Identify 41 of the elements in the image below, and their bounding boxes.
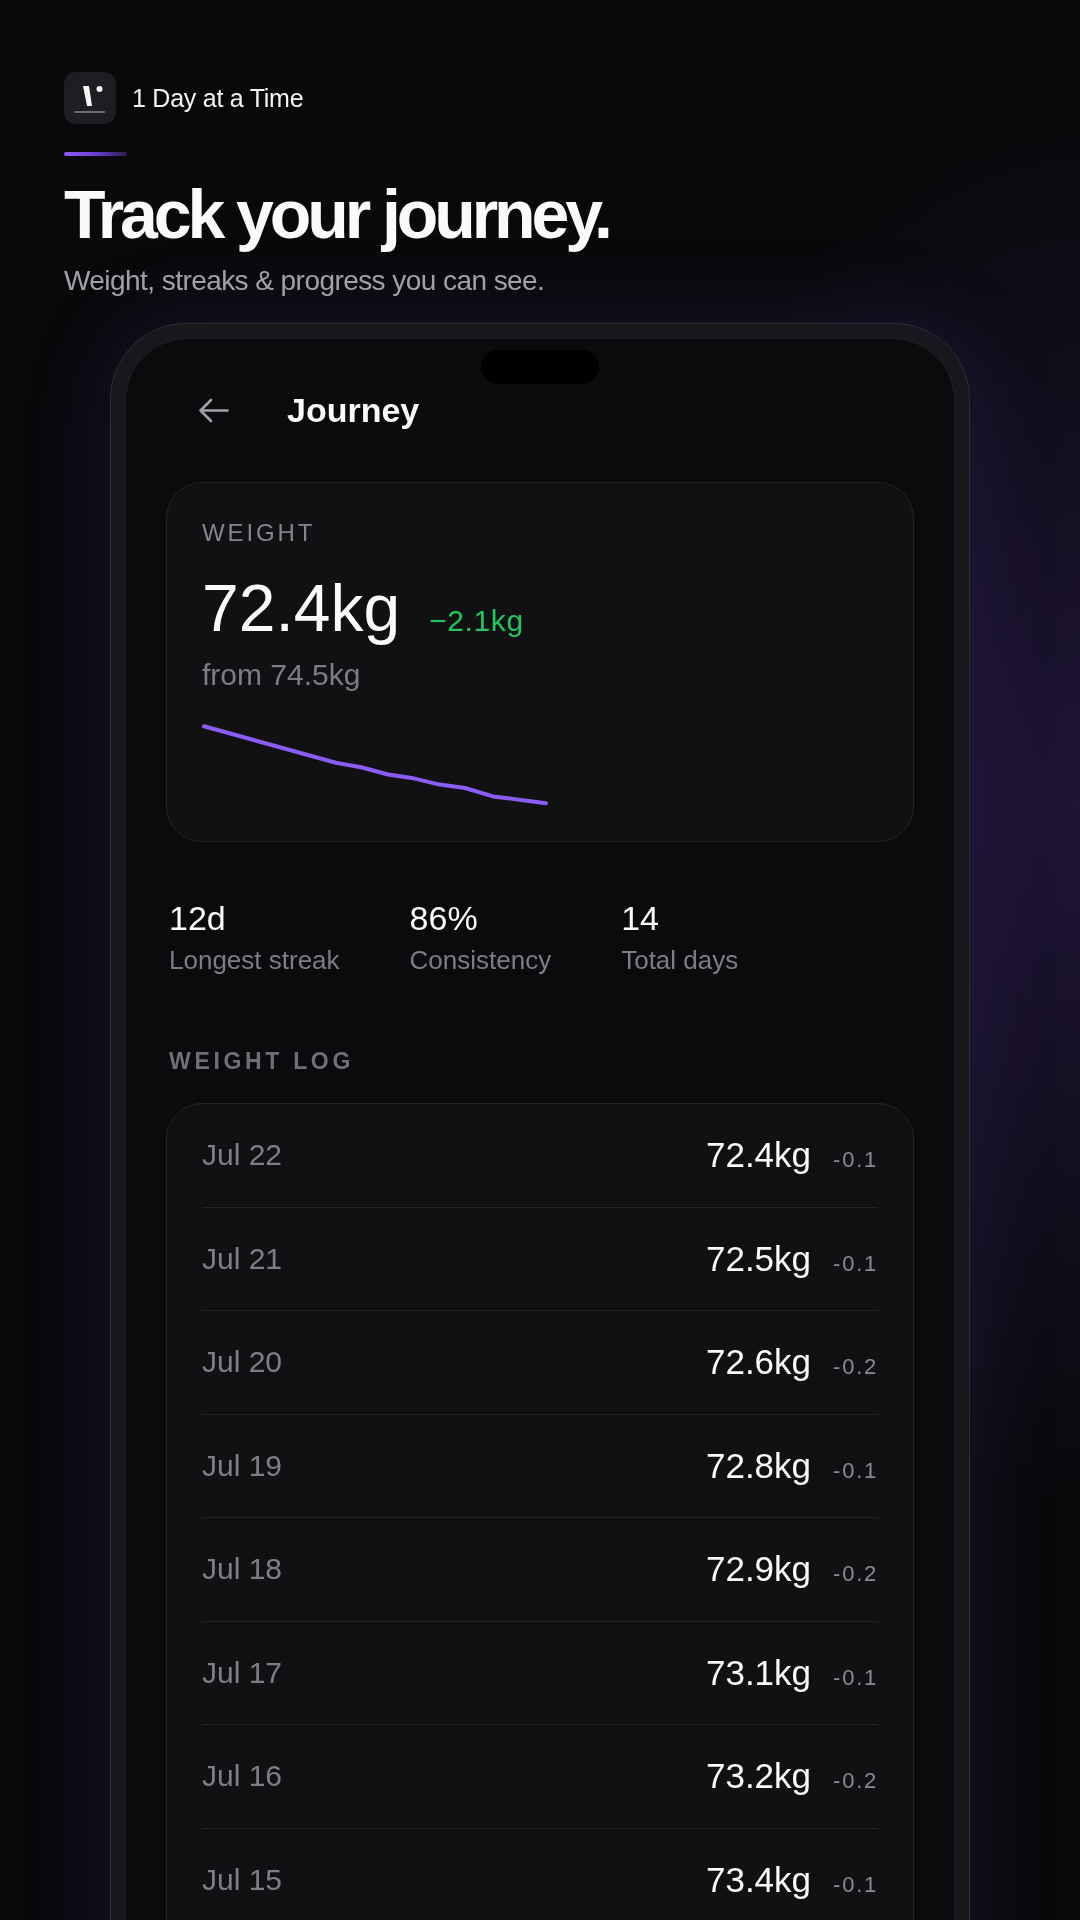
stat-value: 14	[621, 898, 660, 938]
log-date: Jul 16	[202, 1758, 283, 1795]
stat-label: Total days	[621, 944, 739, 976]
back-button[interactable]	[198, 397, 229, 423]
stat-value: 12d	[169, 898, 227, 938]
app-name: 1 Day at a Time	[132, 83, 304, 113]
weight-label: WEIGHT	[202, 519, 317, 547]
log-change: -0.1	[833, 1147, 878, 1174]
log-date: Jul 19	[202, 1447, 283, 1484]
log-weight: 73.2kg	[705, 1756, 812, 1797]
log-change: -0.1	[833, 1664, 878, 1691]
log-change: -0.2	[833, 1768, 878, 1795]
log-change: -0.1	[833, 1457, 878, 1484]
screen-title: Journey	[287, 390, 420, 430]
log-change: -0.2	[833, 1561, 878, 1588]
start-weight: from 74.5kg	[202, 657, 362, 693]
log-date: Jul 21	[202, 1240, 283, 1277]
logo-icon	[64, 72, 116, 124]
log-date: Jul 22	[202, 1137, 283, 1174]
weight-change: −2.1kg	[429, 606, 524, 636]
log-date: Jul 17	[202, 1654, 283, 1691]
log-weight: 73.4kg	[705, 1859, 812, 1900]
stat-label: Consistency	[409, 944, 552, 976]
log-change: -0.1	[833, 1250, 878, 1277]
log-change: -0.1	[833, 1871, 878, 1898]
log-change: -0.2	[833, 1354, 878, 1381]
log-date: Jul 18	[202, 1551, 283, 1588]
back-arrow-icon	[198, 397, 229, 423]
log-weight: 72.6kg	[705, 1342, 812, 1383]
log-date: Jul 20	[202, 1344, 283, 1381]
log-weight: 72.4kg	[705, 1135, 812, 1176]
log-weight: 72.5kg	[705, 1238, 812, 1279]
section-title: WEIGHT LOG	[168, 1047, 355, 1075]
log-weight: 72.8kg	[705, 1445, 812, 1486]
page-subtitle: Weight, streaks & progress you can see.	[64, 264, 546, 298]
log-weight: 72.9kg	[705, 1549, 812, 1590]
log-date: Jul 15	[202, 1861, 283, 1898]
log-weight: 73.1kg	[705, 1652, 812, 1693]
stat-label: Longest streak	[169, 944, 340, 976]
stat-value: 86%	[409, 898, 479, 938]
accent-bar	[64, 152, 127, 156]
